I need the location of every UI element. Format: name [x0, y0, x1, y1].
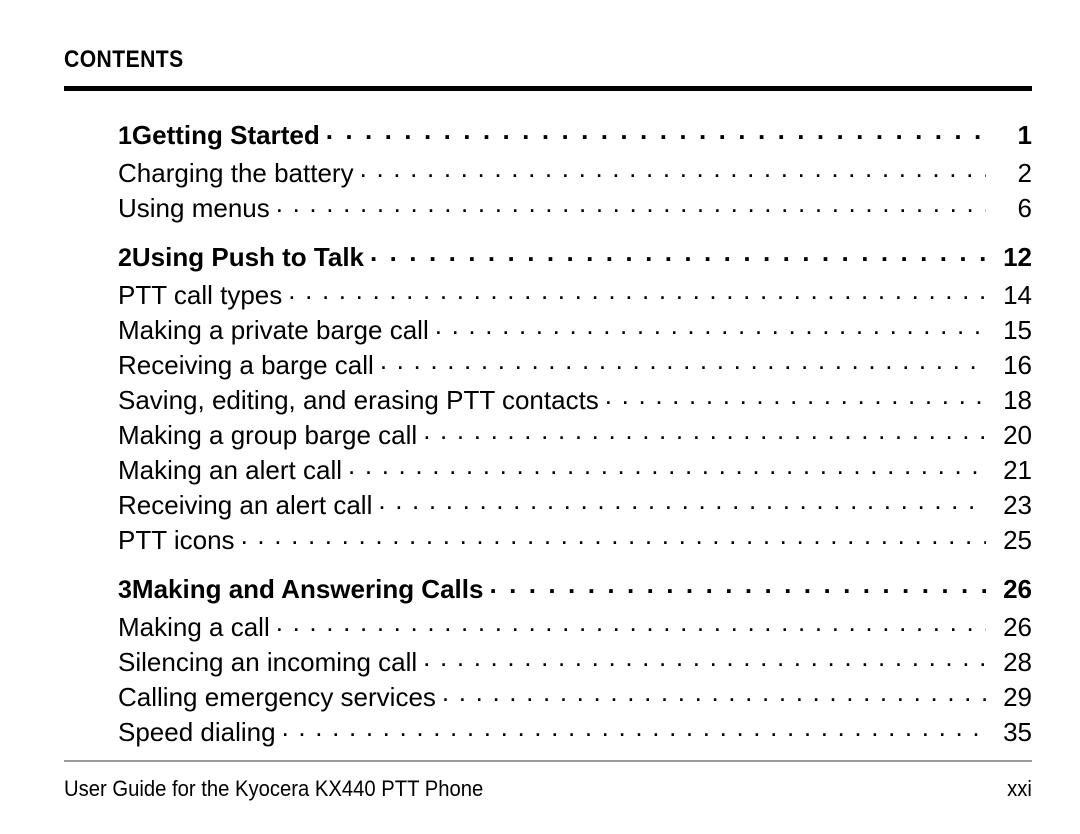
dot-leader	[288, 278, 986, 304]
entry-label: Making an alert call	[118, 455, 342, 485]
entry-label: Using menus	[118, 193, 270, 223]
chapter-page-number: 12	[1003, 242, 1032, 272]
entry-page-number: 6	[1017, 193, 1032, 223]
page-footer: User Guide for the Kyocera KX440 PTT Pho…	[64, 760, 1032, 802]
entry-page-number: 20	[1003, 420, 1032, 450]
entry-label: Making a private barge call	[118, 315, 429, 345]
entry-page-number: 25	[1003, 525, 1032, 555]
dot-leader	[282, 715, 986, 741]
footer-divider	[64, 760, 1032, 762]
entry-page-number: 29	[1003, 682, 1032, 712]
chapter-number: 3	[118, 576, 132, 604]
chapter-page-number: 26	[1003, 574, 1032, 604]
dot-leader	[489, 572, 986, 598]
chapter-block: 1Getting Started1Charging the battery2Us…	[64, 118, 1032, 226]
entry-page-number: 15	[1003, 315, 1032, 345]
toc-entry-row[interactable]: Silencing an incoming call 28	[64, 645, 1032, 680]
footer-document-title: User Guide for the Kyocera KX440 PTT Pho…	[64, 776, 484, 801]
page-header: Contents	[64, 36, 1032, 91]
toc-entry-row[interactable]: Speed dialing 35	[64, 715, 1032, 750]
chapter-number: 2	[118, 244, 132, 272]
dot-leader	[423, 645, 986, 671]
entry-label: Making a group barge call	[118, 420, 418, 450]
toc-entry-row[interactable]: Using menus 6	[64, 191, 1032, 226]
dot-leader	[378, 488, 986, 514]
toc-page: Contents 1Getting Started1Charging the b…	[0, 0, 1080, 834]
toc-entry-row[interactable]: Calling emergency services 29	[64, 680, 1032, 715]
entry-page-number: 2	[1017, 158, 1032, 188]
entry-page-number: 14	[1003, 280, 1032, 310]
dot-leader	[435, 313, 986, 339]
title-divider	[64, 86, 1032, 91]
dot-leader	[326, 118, 986, 144]
entry-label: PTT icons	[118, 525, 235, 555]
entry-page-number: 28	[1003, 647, 1032, 677]
toc-entry-row[interactable]: Charging the battery 2	[64, 156, 1032, 191]
chapter-title: Making and Answering Calls	[131, 574, 484, 604]
dot-leader	[370, 240, 986, 266]
chapter-title: Getting Started	[131, 120, 320, 150]
toc-entry-row[interactable]: Making a private barge call 15	[64, 313, 1032, 348]
dot-leader	[348, 453, 986, 479]
entry-label: Calling emergency services	[118, 682, 436, 712]
dot-leader	[442, 680, 986, 706]
toc-entry-row[interactable]: Receiving an alert call 23	[64, 488, 1032, 523]
toc-chapter-row[interactable]: 1Getting Started1	[64, 118, 1032, 156]
entry-label: Receiving a barge call	[118, 350, 374, 380]
entry-label: Receiving an alert call	[118, 490, 373, 520]
dot-leader	[276, 191, 986, 217]
dot-leader	[276, 610, 986, 636]
chapter-block: 3Making and Answering Calls26Making a ca…	[64, 572, 1032, 750]
toc-entry-row[interactable]: PTT icons 25	[64, 523, 1032, 558]
footer-page-number: xxi	[1007, 776, 1032, 801]
chapter-block: 2Using Push to Talk12PTT call types14Mak…	[64, 240, 1032, 558]
toc-chapter-row[interactable]: 2Using Push to Talk 12	[64, 240, 1032, 278]
entry-page-number: 23	[1003, 490, 1032, 520]
entry-label: PTT call types	[118, 280, 283, 310]
dot-leader	[605, 383, 986, 409]
page-title: Contents	[64, 37, 184, 75]
dot-leader	[423, 418, 986, 444]
entry-label: Speed dialing	[118, 717, 276, 747]
entry-label: Charging the battery	[118, 158, 354, 188]
dot-leader	[380, 348, 986, 374]
entry-page-number: 18	[1003, 385, 1032, 415]
dot-leader	[241, 523, 986, 549]
toc-entry-row[interactable]: Making a call 26	[64, 610, 1032, 645]
toc-chapter-row[interactable]: 3Making and Answering Calls 26	[64, 572, 1032, 610]
toc-entry-row[interactable]: Saving, editing, and erasing PTT contact…	[64, 383, 1032, 418]
chapter-number: 1	[118, 122, 132, 150]
toc-entry-row[interactable]: PTT call types 14	[64, 278, 1032, 313]
entry-label: Saving, editing, and erasing PTT contact…	[118, 385, 599, 415]
entry-page-number: 26	[1003, 612, 1032, 642]
entry-label: Silencing an incoming call	[118, 647, 418, 677]
entry-page-number: 21	[1003, 455, 1032, 485]
entry-page-number: 35	[1003, 717, 1032, 747]
entry-label: Making a call	[118, 612, 270, 642]
chapter-title: Using Push to Talk	[131, 242, 365, 272]
table-of-contents: 1Getting Started1Charging the battery2Us…	[64, 118, 1032, 750]
dot-leader	[360, 156, 986, 182]
toc-entry-row[interactable]: Making a group barge call 20	[64, 418, 1032, 453]
toc-entry-row[interactable]: Making an alert call 21	[64, 453, 1032, 488]
entry-page-number: 16	[1003, 350, 1032, 380]
toc-entry-row[interactable]: Receiving a barge call 16	[64, 348, 1032, 383]
chapter-page-number: 1	[1017, 120, 1032, 150]
